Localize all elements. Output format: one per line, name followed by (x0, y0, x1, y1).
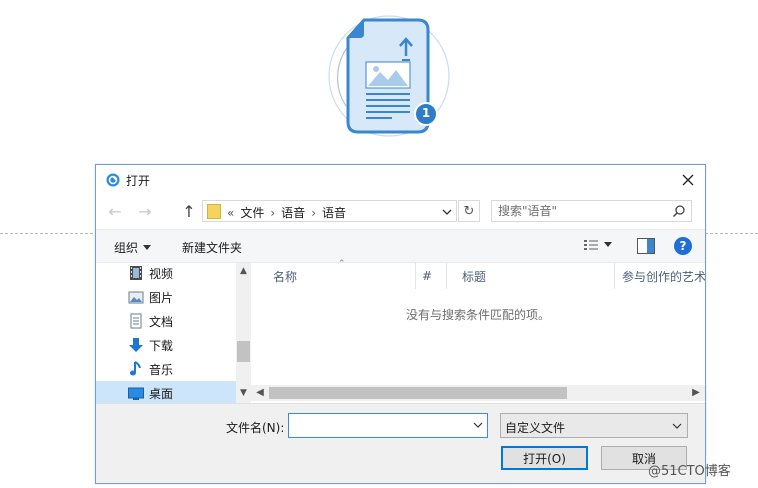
chevron-right-icon[interactable]: › (270, 206, 275, 220)
organize-label: 组织 (114, 241, 139, 255)
scroll-right-icon[interactable]: ▶ (689, 386, 703, 400)
nav-item-music[interactable]: 音乐 (96, 357, 236, 381)
badge-number: 1 (421, 106, 431, 120)
change-view-button[interactable] (584, 239, 612, 251)
nav-item-pictures[interactable]: 图片 (96, 285, 236, 309)
open-button[interactable]: 打开(O) (501, 446, 588, 470)
breadcrumb-overflow[interactable]: « (227, 206, 234, 220)
command-toolbar: 组织 新建文件夹 ? (96, 229, 705, 263)
search-icon[interactable] (672, 204, 686, 218)
arrow-right-icon: → (138, 201, 152, 221)
up-button[interactable]: ↑ (178, 200, 200, 222)
scroll-left-icon[interactable]: ◀ (253, 386, 267, 400)
nav-item-label: 视频 (149, 267, 174, 281)
refresh-icon: ↻ (463, 203, 475, 219)
scroll-down-icon[interactable]: ▼ (238, 388, 249, 400)
picture-icon (128, 291, 144, 304)
nav-item-label: 下载 (149, 339, 174, 353)
empty-message: 没有与搜索条件匹配的项。 (405, 308, 550, 322)
folder-icon (207, 204, 221, 219)
file-type-value: 自定义文件 (505, 421, 566, 435)
refresh-button[interactable]: ↻ (458, 200, 480, 222)
chevron-down-icon[interactable] (472, 419, 484, 431)
breadcrumb-item[interactable]: 语音 (322, 204, 346, 221)
watermark: @51CTO博客 (648, 464, 731, 479)
column-name[interactable]: 名称 (273, 263, 297, 289)
search-box[interactable] (491, 200, 692, 222)
breadcrumb-item[interactable]: 文件 (240, 204, 264, 221)
chevron-down-icon[interactable] (440, 205, 454, 219)
column-divider[interactable] (415, 263, 416, 289)
dialog-footer: 文件名(N): 自定义文件 打开(O) 取消 (96, 403, 705, 483)
music-icon (130, 361, 141, 376)
title-bar: 打开 (96, 165, 705, 195)
desktop-icon (128, 387, 144, 400)
nav-item-videos[interactable]: 视频 (96, 261, 236, 285)
close-icon (682, 174, 694, 186)
document-icon (130, 313, 142, 329)
nav-scrollbar[interactable]: ▲ ▼ (236, 263, 251, 403)
nav-item-desktop[interactable]: 桌面 (96, 381, 236, 405)
column-title[interactable]: 标题 (462, 263, 486, 289)
arrow-up-icon: ↑ (182, 201, 196, 221)
navigation-pane: 视频 图片 文档 下载 音乐 桌面 ▲ ▼ (96, 261, 251, 405)
column-number[interactable]: # (422, 263, 432, 289)
breadcrumb-item[interactable]: 语音 (281, 204, 305, 221)
nav-item-documents[interactable]: 文档 (96, 309, 236, 333)
sort-ascending-icon: ⌃ (338, 259, 346, 269)
column-divider[interactable] (614, 263, 615, 289)
filename-label: 文件名(N): (226, 421, 285, 435)
video-icon (130, 266, 142, 280)
app-icon (106, 173, 120, 187)
nav-item-downloads[interactable]: 下载 (96, 333, 236, 357)
horizontal-scrollbar[interactable]: ◀ ▶ (251, 385, 705, 401)
download-icon (129, 338, 143, 352)
document-image-icon (328, 15, 450, 137)
scroll-up-icon[interactable]: ▲ (238, 266, 249, 278)
document-upload-illustration: 1 (326, 14, 452, 140)
back-button[interactable]: ← (104, 200, 126, 222)
search-input[interactable] (498, 203, 668, 219)
filename-combobox[interactable] (288, 413, 488, 438)
forward-button[interactable]: → (134, 200, 156, 222)
details-view-icon (584, 240, 598, 250)
nav-item-label: 文档 (149, 315, 174, 329)
preview-pane-icon[interactable] (637, 238, 655, 254)
help-icon[interactable]: ? (674, 237, 692, 255)
close-button[interactable] (672, 167, 704, 193)
address-bar: ← → ↑ « 文件 › 语音 › 语音 ↻ (96, 197, 705, 225)
nav-item-label: 桌面 (149, 387, 174, 401)
nav-item-label: 图片 (149, 291, 174, 305)
address-box[interactable]: « 文件 › 语音 › 语音 (202, 200, 457, 222)
arrow-left-icon: ← (108, 201, 122, 221)
scroll-thumb[interactable] (237, 341, 250, 362)
dialog-title: 打开 (126, 174, 151, 188)
file-type-select[interactable]: 自定义文件 (500, 413, 688, 438)
filename-input[interactable] (293, 418, 465, 433)
caret-down-icon (143, 244, 152, 250)
column-divider[interactable] (446, 263, 447, 289)
open-file-dialog: 打开 ← → ↑ « 文件 › 语音 › 语音 ↻ 搜索"语音" 组织 新建文件… (95, 164, 706, 484)
scroll-thumb[interactable] (269, 387, 567, 399)
new-folder-button[interactable]: 新建文件夹 (182, 239, 242, 256)
column-contributing-artists[interactable]: 参与创作的艺术 (622, 263, 705, 289)
organize-button[interactable]: 组织 (114, 239, 152, 256)
nav-item-label: 音乐 (149, 363, 174, 377)
file-list: ⌃ 名称 # 标题 参与创作的艺术 没有与搜索条件匹配的项。 ◀ ▶ (251, 259, 705, 403)
breadcrumb: « 文件 › 语音 › 语音 (227, 204, 346, 221)
chevron-right-icon[interactable]: › (311, 206, 316, 220)
caret-down-icon (604, 242, 612, 247)
chevron-down-icon (672, 423, 682, 429)
